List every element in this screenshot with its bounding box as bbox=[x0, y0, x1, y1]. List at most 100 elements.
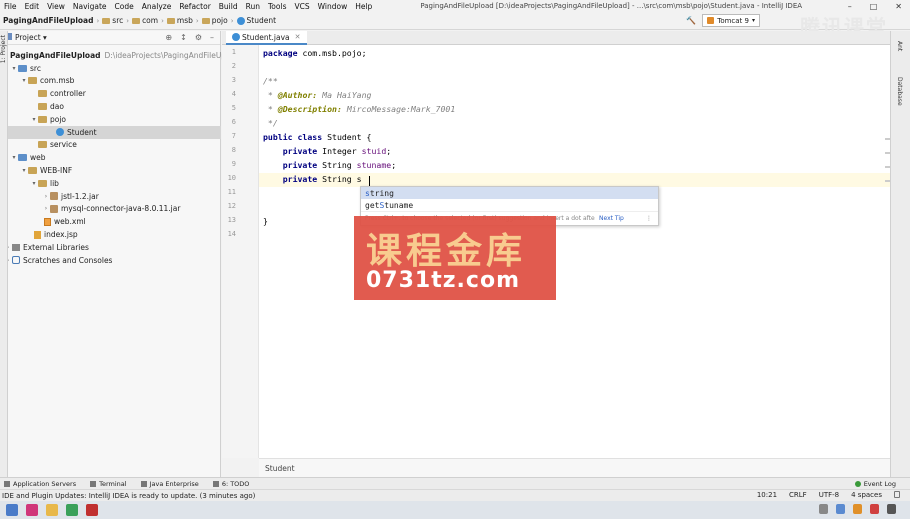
menu-tools[interactable]: Tools bbox=[268, 2, 286, 11]
hide-icon[interactable]: – bbox=[210, 33, 214, 42]
tree-item-mysql-jar[interactable]: › mysql-connector-java-8.0.11.jar bbox=[0, 203, 221, 216]
status-bar: IDE and Plugin Updates: IntelliJ IDEA is… bbox=[0, 489, 910, 501]
menu-bar: File Edit View Navigate Code Analyze Ref… bbox=[0, 0, 910, 12]
navigation-bar: PagingAndFileUpload › src › com › msb › … bbox=[0, 12, 910, 30]
tree-item-pojo[interactable]: ▾ pojo bbox=[0, 113, 221, 126]
browser-taskbar-icon[interactable] bbox=[66, 504, 78, 516]
run-config-dropdown[interactable]: Tomcat 9 ▾ bbox=[702, 14, 760, 27]
folder-taskbar-icon[interactable] bbox=[46, 504, 58, 516]
status-message[interactable]: IDE and Plugin Updates: IntelliJ IDEA is… bbox=[2, 492, 255, 500]
menu-window[interactable]: Window bbox=[318, 2, 348, 11]
chevron-right-icon: › bbox=[96, 16, 100, 25]
jar-icon bbox=[50, 192, 58, 201]
close-tab-icon[interactable]: ✕ bbox=[295, 33, 301, 41]
line-number: 2 bbox=[231, 62, 236, 70]
tool-application-servers[interactable]: Application Servers bbox=[4, 480, 76, 488]
project-tool-tab[interactable]: 1: Project bbox=[0, 35, 7, 63]
file-encoding[interactable]: UTF-8 bbox=[819, 491, 839, 499]
project-view-dropdown[interactable]: Project ▾ bbox=[4, 33, 47, 42]
tree-item-web-inf[interactable]: ▾ WEB-INF bbox=[0, 164, 221, 177]
code-line-6: */ bbox=[263, 118, 278, 128]
build-hammer-icon[interactable]: 🔨 bbox=[686, 16, 696, 25]
completion-item-getstuname[interactable]: get Stuname bbox=[361, 199, 658, 211]
collapse-icon[interactable]: ↕ bbox=[180, 33, 187, 42]
tab-student-java[interactable]: Student.java ✕ bbox=[226, 31, 307, 45]
class-icon bbox=[56, 128, 64, 137]
start-icon[interactable] bbox=[6, 504, 18, 516]
tree-item-dao[interactable]: dao bbox=[0, 100, 221, 113]
tree-item-controller[interactable]: controller bbox=[0, 87, 221, 100]
more-options-icon[interactable]: ⋮ bbox=[646, 215, 652, 222]
chevron-right-icon: › bbox=[230, 16, 234, 25]
promo-url: 0731tz.com bbox=[366, 268, 520, 293]
code-line-5: * @Description: MircoMessage:Mark_7001 bbox=[263, 104, 456, 114]
crumb-com[interactable]: com bbox=[132, 16, 158, 25]
tool-java-enterprise[interactable]: Java Enterprise bbox=[140, 480, 199, 488]
minimize-icon[interactable]: – bbox=[848, 2, 852, 11]
tree-item-scratches[interactable]: › Scratches and Consoles bbox=[0, 254, 221, 267]
tree-item-web-xml[interactable]: web.xml bbox=[0, 215, 221, 228]
tool-terminal[interactable]: Terminal bbox=[90, 480, 127, 488]
maximize-icon[interactable]: □ bbox=[870, 2, 878, 11]
tray-icon[interactable] bbox=[887, 504, 896, 514]
tree-item-jstl-jar[interactable]: › jstl-1.2.jar bbox=[0, 190, 221, 203]
completion-item-string[interactable]: s tring bbox=[361, 187, 658, 199]
tray-icon[interactable] bbox=[870, 504, 879, 514]
close-window-icon[interactable]: ✕ bbox=[895, 2, 902, 11]
menu-help[interactable]: Help bbox=[355, 2, 372, 11]
tree-item-student[interactable]: Student bbox=[0, 125, 221, 139]
crumb-msb[interactable]: msb bbox=[166, 16, 193, 25]
menu-navigate[interactable]: Navigate bbox=[73, 2, 107, 11]
line-separator[interactable]: CRLF bbox=[789, 491, 807, 499]
menu-edit[interactable]: Edit bbox=[25, 2, 40, 11]
breadcrumb-student[interactable]: Student bbox=[265, 464, 295, 473]
tree-item-com-msb[interactable]: ▾ com.msb bbox=[0, 75, 221, 88]
folder-icon bbox=[166, 17, 175, 24]
crumb-pojo[interactable]: pojo bbox=[201, 16, 228, 25]
tree-item-web[interactable]: ▾ web bbox=[0, 151, 221, 164]
menu-code[interactable]: Code bbox=[115, 2, 134, 11]
tool-event-log[interactable]: Event Log bbox=[854, 480, 896, 488]
crumb-src[interactable]: src bbox=[102, 16, 123, 25]
database-tool-tab[interactable]: Database bbox=[896, 77, 903, 106]
tree-item-index-jsp[interactable]: index.jsp bbox=[0, 228, 221, 241]
lock-icon[interactable] bbox=[894, 491, 900, 498]
chevron-right-icon: › bbox=[161, 16, 164, 25]
menu-build[interactable]: Build bbox=[219, 2, 238, 11]
menu-run[interactable]: Run bbox=[246, 2, 260, 11]
menu-analyze[interactable]: Analyze bbox=[142, 2, 172, 11]
next-tip-link[interactable]: Next Tip bbox=[599, 215, 624, 222]
tree-item-project-root[interactable]: ▾PagingAndFileUploadD:\ideaProjects\Pagi… bbox=[0, 49, 226, 62]
server-icon bbox=[4, 480, 10, 487]
crumb-project[interactable]: PagingAndFileUpload bbox=[3, 16, 93, 25]
caret-position[interactable]: 10:21 bbox=[757, 491, 777, 499]
menu-vcs[interactable]: VCS bbox=[294, 2, 309, 11]
settings-gear-icon[interactable]: ⚙ bbox=[195, 33, 202, 42]
code-line-4: * @Author: Ma HaiYang bbox=[263, 90, 372, 100]
tree-item-lib[interactable]: ▾ lib bbox=[0, 177, 221, 190]
line-number-gutter: 1 2 3 4 5 6 7 8 9 10 11 12 13 14 bbox=[222, 45, 259, 458]
tree-item-service[interactable]: service bbox=[0, 139, 221, 152]
tool-todo[interactable]: 6: TODO bbox=[212, 480, 249, 488]
menu-view[interactable]: View bbox=[47, 2, 65, 11]
package-icon bbox=[38, 103, 47, 111]
line-number: 11 bbox=[227, 188, 236, 196]
tree-item-external-libraries[interactable]: › External Libraries bbox=[0, 241, 221, 254]
ant-tool-tab[interactable]: Ant bbox=[896, 41, 903, 51]
tray-icon[interactable] bbox=[836, 504, 845, 514]
tray-icon[interactable] bbox=[853, 504, 862, 514]
indent-setting[interactable]: 4 spaces bbox=[851, 491, 882, 499]
left-tool-strip: 1: Project bbox=[0, 31, 8, 477]
menu-file[interactable]: File bbox=[4, 2, 17, 11]
locate-icon[interactable]: ⊕ bbox=[165, 33, 172, 42]
app-taskbar-icon[interactable] bbox=[86, 504, 98, 516]
chevron-down-icon: ▾ bbox=[32, 179, 36, 187]
tree-item-src[interactable]: ▾ src bbox=[0, 62, 221, 75]
class-icon bbox=[232, 33, 240, 41]
package-icon bbox=[38, 90, 47, 98]
crumb-student[interactable]: Student bbox=[236, 16, 276, 25]
system-tray bbox=[819, 504, 896, 514]
menu-refactor[interactable]: Refactor bbox=[179, 2, 210, 11]
intellij-taskbar-icon[interactable] bbox=[26, 504, 38, 516]
tray-icon[interactable] bbox=[819, 504, 828, 514]
